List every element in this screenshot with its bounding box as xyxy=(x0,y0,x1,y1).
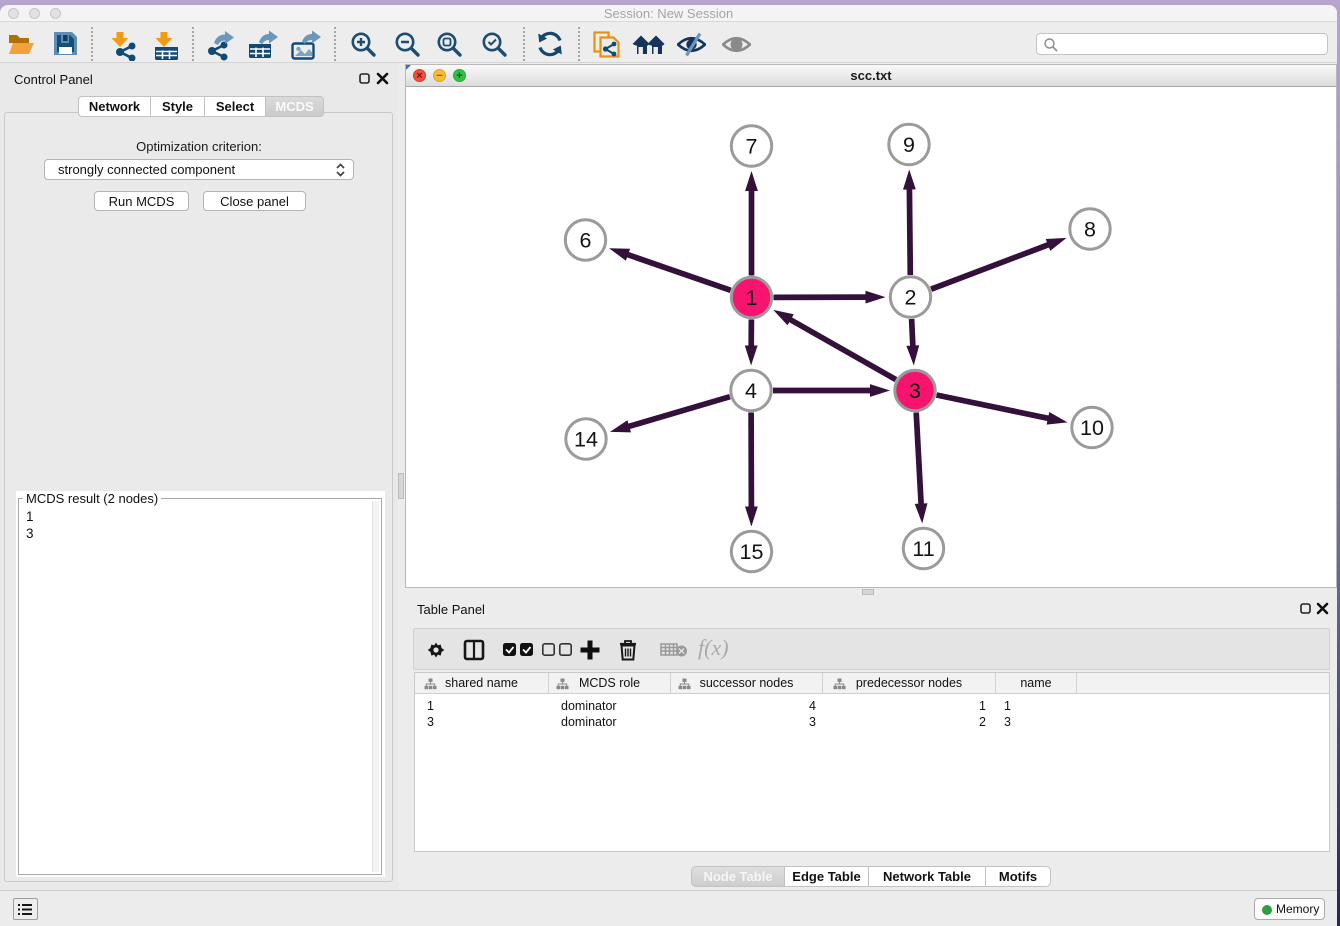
svg-text:3: 3 xyxy=(909,379,921,403)
svg-text:11: 11 xyxy=(912,537,934,561)
svg-text:4: 4 xyxy=(745,379,757,403)
svg-text:6: 6 xyxy=(580,229,592,253)
svg-text:14: 14 xyxy=(574,428,598,452)
svg-text:10: 10 xyxy=(1080,416,1104,440)
svg-text:2: 2 xyxy=(905,286,917,310)
svg-text:9: 9 xyxy=(903,133,915,157)
svg-text:8: 8 xyxy=(1084,218,1096,242)
svg-text:7: 7 xyxy=(746,135,758,159)
svg-text:1: 1 xyxy=(746,286,758,310)
svg-text:15: 15 xyxy=(740,540,764,564)
